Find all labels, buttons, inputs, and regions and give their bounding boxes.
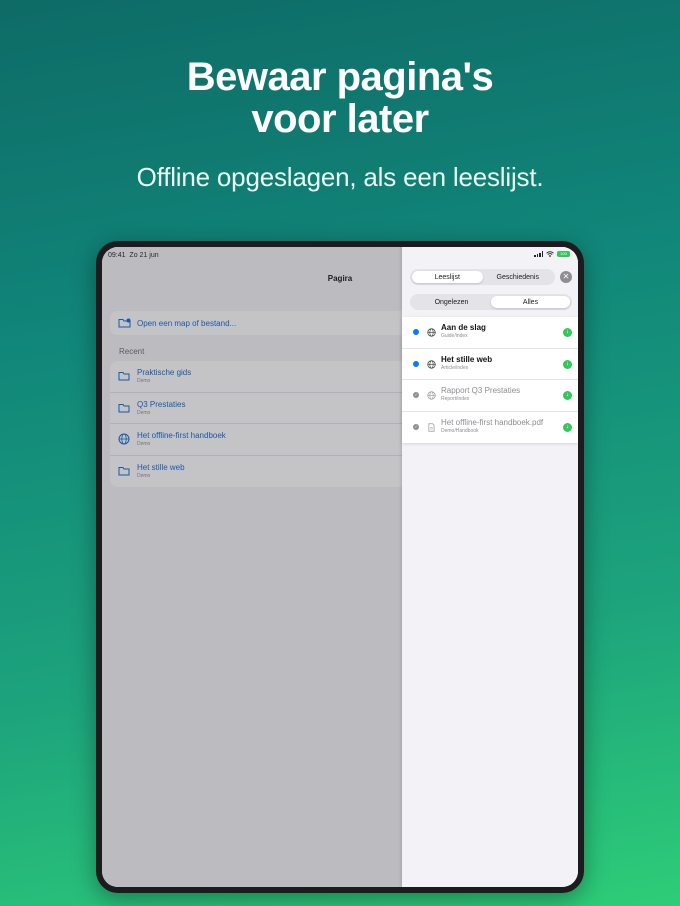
item-subtitle: Article/index <box>441 364 469 371</box>
reading-list-item[interactable]: Het stille web Article/index ↓ <box>402 349 578 380</box>
download-icon[interactable]: ↓ <box>563 422 572 432</box>
dim-overlay[interactable] <box>102 247 402 887</box>
promo-headline: Bewaar pagina's voor later <box>0 56 680 140</box>
download-icon[interactable]: ↓ <box>563 328 572 337</box>
item-title: Aan de slag <box>441 323 486 332</box>
promo-subheadline: Offline opgeslagen, als een leeslijst. <box>136 162 544 192</box>
headline-line-2: voor later <box>251 97 429 141</box>
download-icon[interactable]: ↓ <box>563 391 572 400</box>
item-subtitle: Demo/Handbook <box>441 427 479 434</box>
filter-all[interactable]: Alles <box>491 296 570 308</box>
close-icon[interactable]: ✕ <box>560 271 572 283</box>
item-title: Rapport Q3 Prestaties <box>441 386 521 395</box>
item-title: Het stille web <box>441 354 493 364</box>
headline-line-1: Bewaar pagina's <box>186 55 494 99</box>
tablet-screen: 09:41 Zo 21 jun Pagira Open een map of b… <box>102 247 578 887</box>
unread-dot-icon <box>413 329 419 336</box>
tab-reading-list[interactable]: Leeslijst <box>412 271 483 283</box>
unread-dot-icon <box>413 360 419 367</box>
globe-icon <box>427 328 436 337</box>
battery-icon: 100 <box>557 251 570 257</box>
reading-list-item[interactable]: Aan de slag Guide/index ↓ <box>402 317 578 349</box>
item-subtitle: Report/index <box>441 396 470 402</box>
status-indicators: 100 <box>534 251 570 257</box>
globe-icon <box>427 359 436 369</box>
filter-unread[interactable]: Ongelezen <box>412 296 491 308</box>
reading-list: Aan de slag Guide/index ↓ Het stille web… <box>402 317 578 443</box>
reading-list-panel: 100 Leeslijst Geschiedenis ✕ Ongelezen A… <box>402 247 578 887</box>
read-check-icon: ✓ <box>413 392 419 399</box>
filter-control: Ongelezen Alles <box>410 294 572 310</box>
tab-history[interactable]: Geschiedenis <box>483 271 554 283</box>
download-icon[interactable]: ↓ <box>563 359 572 369</box>
signal-icon <box>534 251 543 257</box>
wifi-icon <box>546 251 554 257</box>
panel-tab-control: Leeslijst Geschiedenis <box>410 269 555 285</box>
read-check-icon: ✓ <box>413 424 419 431</box>
reading-list-item[interactable]: ✓ Het offline-first handboek.pdf Demo/Ha… <box>402 412 578 444</box>
document-icon <box>428 422 435 432</box>
reading-list-item[interactable]: ✓ Rapport Q3 Prestaties Report/index ↓ <box>402 380 578 412</box>
item-title: Het offline-first handboek.pdf <box>441 417 544 427</box>
globe-icon <box>427 391 436 400</box>
item-subtitle: Guide/index <box>441 333 468 339</box>
tablet-device: 09:41 Zo 21 jun Pagira Open een map of b… <box>96 241 584 893</box>
